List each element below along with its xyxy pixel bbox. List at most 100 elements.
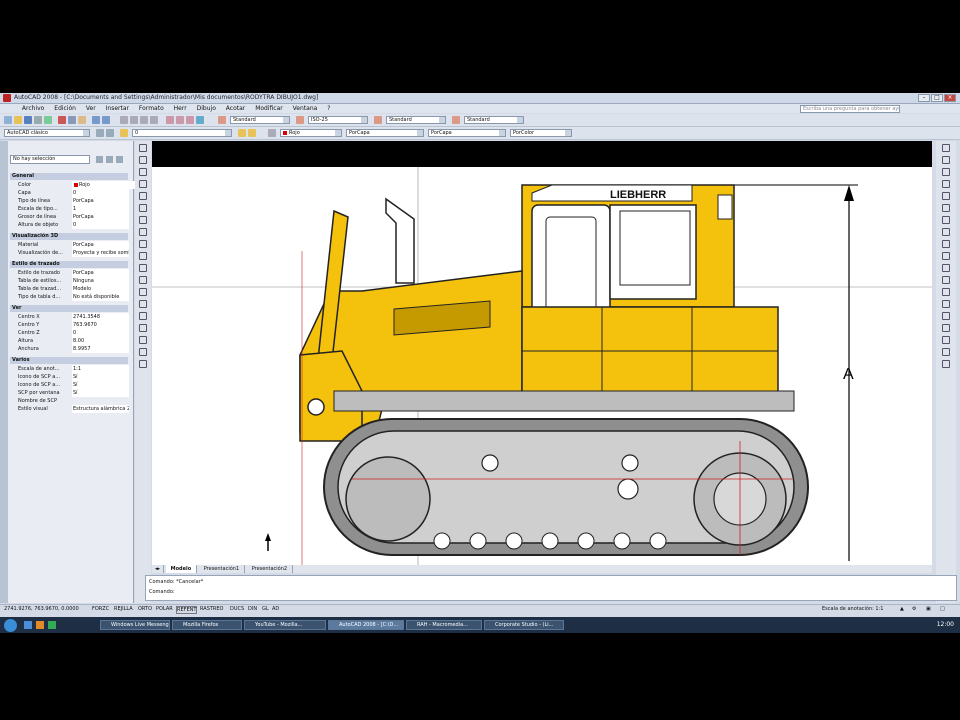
prop-row[interactable]: Centro Y 763.9670 <box>10 321 129 329</box>
prop-row[interactable]: Escala de tipo... 1 <box>10 205 129 213</box>
help-icon[interactable] <box>196 116 204 124</box>
quicklaunch-ie-icon[interactable] <box>24 621 32 629</box>
toggle-pickadd-icon[interactable] <box>96 156 103 163</box>
menu-ventana[interactable]: Ventana <box>289 104 322 113</box>
undo-icon[interactable] <box>92 116 100 124</box>
maximize-button[interactable]: □ <box>931 94 943 102</box>
make-block-icon[interactable] <box>139 288 147 296</box>
close-button[interactable]: × <box>944 94 956 102</box>
quicklaunch-firefox-icon[interactable] <box>36 621 44 629</box>
match-properties-icon[interactable] <box>268 129 276 137</box>
offset-icon[interactable] <box>942 180 950 188</box>
copy-icon[interactable] <box>68 116 76 124</box>
color-select[interactable]: Rojo <box>280 129 342 137</box>
lock-icon[interactable]: ▣ <box>926 606 931 612</box>
prop-row[interactable]: Escala de anot... 1:1 <box>10 365 129 373</box>
line-icon[interactable] <box>139 144 147 152</box>
prop-row[interactable]: Anchura 8.9957 <box>10 345 129 353</box>
open-icon[interactable] <box>14 116 22 124</box>
menu-archivo[interactable]: Archivo <box>18 104 48 113</box>
table-style-select[interactable]: Standard <box>386 116 446 124</box>
save-icon[interactable] <box>24 116 32 124</box>
workspace-settings-icon[interactable] <box>96 129 104 137</box>
prop-row[interactable]: Icono de SCP a... Sí <box>10 373 129 381</box>
taskbar-item[interactable]: Corporate Studio - (Li... <box>484 620 564 630</box>
prop-row[interactable]: Centro Z 0 <box>10 329 129 337</box>
ellipse-icon[interactable] <box>139 252 147 260</box>
point-icon[interactable] <box>139 300 147 308</box>
print-icon[interactable] <box>34 116 42 124</box>
drawing-area[interactable]: A LIEBHERR <box>152 141 932 565</box>
prop-row[interactable]: Estilo de trazado PorCapa <box>10 269 129 277</box>
explode-icon[interactable] <box>942 324 950 332</box>
polyline-icon[interactable] <box>139 168 147 176</box>
menu-dibujo[interactable]: Dibujo <box>193 104 220 113</box>
tool-palettes-icon[interactable] <box>186 116 194 124</box>
prop-row[interactable]: Grosor de línea PorCapa <box>10 213 129 221</box>
scale-icon[interactable] <box>942 228 950 236</box>
prop-row[interactable]: Tabla de estilos... Ninguna <box>10 277 129 285</box>
region-icon[interactable] <box>139 336 147 344</box>
preview-icon[interactable] <box>44 116 52 124</box>
section-view[interactable]: Ver <box>10 305 128 312</box>
prop-row[interactable]: SCP por ventana Sí <box>10 389 129 397</box>
taskbar-item[interactable]: AutoCAD 2008 - [C:\D... <box>328 620 404 630</box>
menu-modificar[interactable]: Modificar <box>251 104 287 113</box>
linetype-select[interactable]: PorCapa <box>346 129 424 137</box>
prop-row[interactable]: Color Rojo <box>10 181 135 189</box>
make-current-layer-icon[interactable] <box>238 129 246 137</box>
hatch-icon[interactable] <box>139 312 147 320</box>
taskbar-item[interactable]: Mozilla Firefox <box>172 620 242 630</box>
prop-row[interactable]: Centro X 2741.3548 <box>10 313 129 321</box>
polygon-icon[interactable] <box>139 180 147 188</box>
selection-select[interactable]: No hay selección <box>10 155 90 164</box>
coordinates-readout[interactable]: 2741.9276, 763.9670, 0.0000 <box>4 606 79 612</box>
clean-screen-icon[interactable]: □ <box>940 606 945 612</box>
prop-row[interactable]: Tipo de línea PorCapa <box>10 197 129 205</box>
menu-herr[interactable]: Herr <box>170 104 191 113</box>
start-button-icon[interactable] <box>4 619 17 632</box>
prop-row[interactable]: Nombre de SCP <box>10 397 128 405</box>
toggle-snap[interactable]: FORZC <box>92 606 109 612</box>
menu-help[interactable]: ? <box>323 104 334 113</box>
redo-icon[interactable] <box>102 116 110 124</box>
text-style-select[interactable]: Standard <box>230 116 290 124</box>
system-clock[interactable]: 12:00 <box>937 621 954 628</box>
erase-icon[interactable] <box>942 144 950 152</box>
ellipse-arc-icon[interactable] <box>139 264 147 272</box>
palette-title-strip[interactable] <box>0 141 8 603</box>
prop-row[interactable]: Icono de SCP a... Sí <box>10 381 129 389</box>
cut-icon[interactable] <box>58 116 66 124</box>
section-3d-visualization[interactable]: Visualización 3D <box>10 233 128 240</box>
snap-midpoint-icon[interactable] <box>942 348 950 356</box>
mirror-icon[interactable] <box>942 168 950 176</box>
taskbar-item[interactable]: Windows Live Messenger <box>100 620 170 630</box>
menu-edicion[interactable]: Edición <box>50 104 80 113</box>
taskbar-item[interactable]: YouTube - Mozilla... <box>244 620 326 630</box>
toggle-dyn[interactable]: DIN <box>248 606 257 612</box>
rotate-icon[interactable] <box>942 216 950 224</box>
workspace-save-icon[interactable] <box>106 129 114 137</box>
extend-icon[interactable] <box>942 264 950 272</box>
toggle-ortho[interactable]: ORTO <box>138 606 152 612</box>
toggle-model[interactable]: AD <box>272 606 279 612</box>
stretch-icon[interactable] <box>942 240 950 248</box>
toggle-lwt[interactable]: GL <box>262 606 269 612</box>
gradient-icon[interactable] <box>139 324 147 332</box>
command-prompt[interactable]: Comando: <box>149 589 175 595</box>
fillet-icon[interactable] <box>942 312 950 320</box>
toggle-otrack[interactable]: RASTREO <box>200 606 224 612</box>
rectangle-icon[interactable] <box>139 192 147 200</box>
minimize-button[interactable]: – <box>918 94 930 102</box>
trim-icon[interactable] <box>942 252 950 260</box>
array-icon[interactable] <box>942 192 950 200</box>
tab-model[interactable]: Modelo <box>165 565 198 573</box>
tab-layout2[interactable]: Presentación2 <box>247 565 294 573</box>
revision-cloud-icon[interactable] <box>139 228 147 236</box>
move-icon[interactable] <box>942 204 950 212</box>
command-window[interactable]: Comando: *Cancelar* Comando: <box>145 575 957 601</box>
pan-icon[interactable] <box>120 116 128 124</box>
prop-row[interactable]: Material PorCapa <box>10 241 129 249</box>
workspace-select[interactable]: AutoCAD clásico <box>4 129 90 137</box>
prop-row[interactable]: Visualización de... Proyecta y recibe som… <box>10 249 129 257</box>
